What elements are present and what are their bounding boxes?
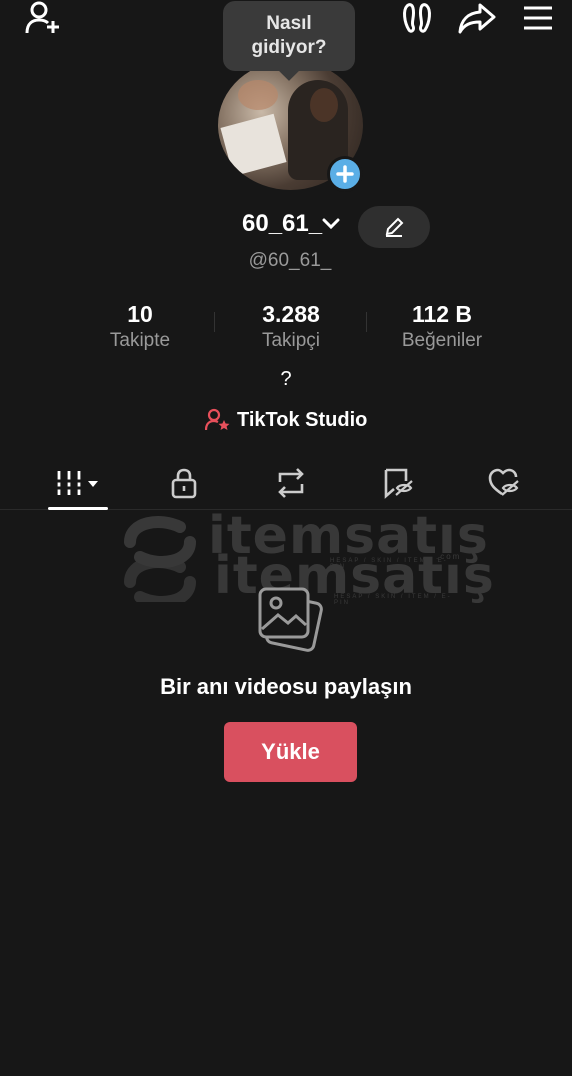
stat-value: 10	[127, 301, 153, 327]
videos-grid-icon	[56, 471, 98, 495]
profile-stats: 10 Takipte 3.288 Takipçi 112 B Beğeniler	[0, 300, 572, 356]
tooltip-line-2: gidiyor?	[251, 37, 327, 58]
tooltip-line-1: Nasıl	[266, 13, 312, 34]
add-friend-icon[interactable]	[22, 0, 64, 36]
stat-value: 112 B	[411, 301, 473, 327]
stat-likes[interactable]: 112 B Beğeniler	[386, 300, 498, 354]
liked-hidden-icon	[488, 468, 519, 496]
lock-icon	[171, 468, 197, 499]
active-tab-indicator	[48, 507, 108, 510]
stat-value: 3.288	[262, 301, 320, 327]
username[interactable]: 60_61_	[242, 210, 322, 238]
content-tabs	[0, 456, 572, 510]
username-row: 60_61_	[0, 206, 572, 248]
tab-saved[interactable]	[368, 456, 428, 510]
tiktok-studio-link[interactable]: TikTok Studio	[205, 405, 367, 435]
stat-following[interactable]: 10 Takipte	[90, 300, 190, 354]
user-handle: @60_61_	[248, 250, 332, 271]
pencil-icon	[385, 217, 404, 237]
stat-label: Takipte	[109, 330, 171, 351]
bio-text[interactable]: ?	[0, 368, 572, 391]
divider	[366, 312, 367, 332]
chevron-down-icon[interactable]	[322, 218, 340, 230]
tab-reposts[interactable]	[261, 456, 321, 510]
watermark-sub-2: HESAP / SKIN / ITEM / E-PIN	[334, 594, 452, 606]
footprints-icon[interactable]	[398, 0, 438, 36]
stat-label: Takipçi	[261, 330, 321, 351]
edit-profile-button[interactable]	[358, 206, 430, 248]
bookmark-hidden-icon	[384, 468, 413, 499]
tab-liked[interactable]	[474, 456, 534, 510]
watermark-logo-icon	[124, 516, 196, 602]
studio-label: TikTok Studio	[237, 408, 368, 431]
repost-icon	[278, 468, 304, 498]
studio-icon	[205, 408, 230, 431]
menu-icon[interactable]	[520, 0, 556, 36]
plus-icon	[336, 165, 354, 183]
tab-videos[interactable]	[48, 456, 108, 510]
upload-button[interactable]: Yükle	[224, 722, 357, 782]
share-icon[interactable]	[456, 0, 498, 36]
stat-followers[interactable]: 3.288 Takipçi	[236, 300, 346, 354]
empty-state-title: Bir anı videosu paylaşın	[160, 674, 412, 699]
divider	[214, 312, 215, 332]
stat-label: Beğeniler	[401, 330, 483, 351]
tab-private[interactable]	[154, 456, 214, 510]
photo-gallery-icon	[258, 587, 323, 652]
status-tooltip[interactable]: Nasıl gidiyor?	[223, 1, 355, 81]
add-story-button[interactable]	[327, 156, 363, 192]
watermark-domain: .com	[436, 552, 462, 561]
